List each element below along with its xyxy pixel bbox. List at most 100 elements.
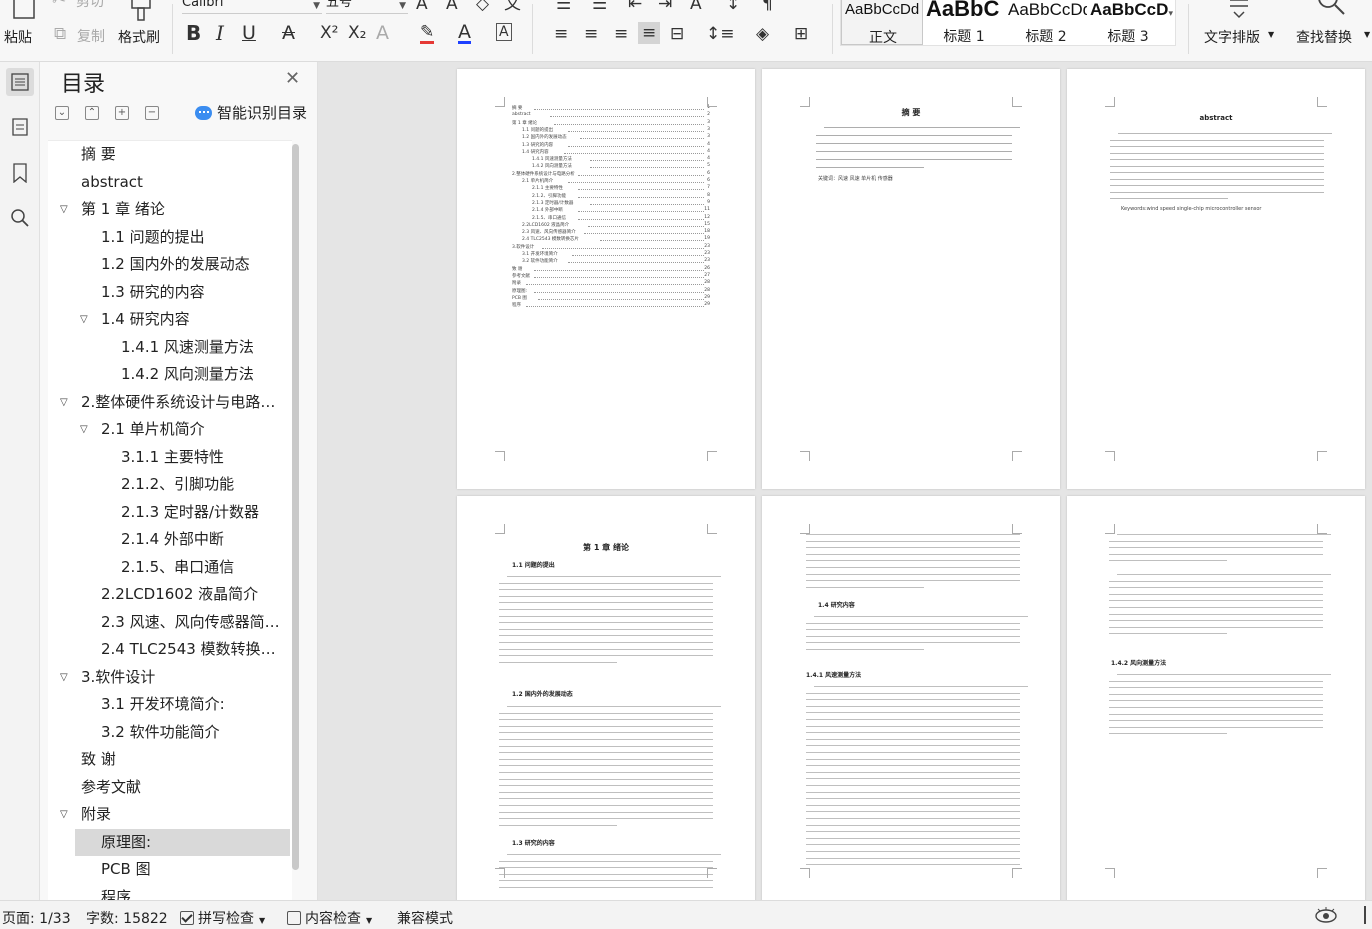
text-effect-icon[interactable]: A [376,23,389,43]
toc-item[interactable]: PCB 图 [48,856,292,883]
char-border-icon[interactable]: A [496,23,512,41]
toc-item[interactable]: ▽ 2.整体硬件系统设计与电路… [48,389,292,416]
align-center-icon[interactable]: ≡ [584,24,598,44]
toc-item[interactable]: 2.3 风速、风向传感器简… [48,609,292,636]
page-toc[interactable]: 摘 要 1 abstract 2 第 1 章 绪论 3 1.1 问题的提出 3 1.2 国内外的… [457,69,755,489]
remove-heading-icon[interactable]: − [145,106,159,120]
toc-item[interactable]: ▽ 1.4 研究内容 [48,306,292,333]
show-marks-icon[interactable]: ¶ [762,0,773,14]
superscript-icon[interactable]: X² [320,23,338,43]
page-abstract-cn[interactable]: 摘 要 关键词：风速 风速 单片机 传感器 [762,69,1060,489]
numbered-list-icon[interactable]: ☰ [592,0,607,14]
styles-scroll-icon[interactable]: ▾ [1168,9,1173,19]
toc-item[interactable]: 程序 [48,884,292,901]
toc-item[interactable]: 2.4 TLC2543 模数转换芯… [48,636,292,663]
toc-item[interactable]: 3.1 开发环境简介: [48,691,292,718]
toc-item[interactable]: 2.2LCD1602 液晶简介 [48,581,292,608]
format-painter-button[interactable]: 格式刷 [116,0,166,48]
increase-indent-icon[interactable]: ⇥ [658,0,672,14]
style-normal[interactable]: AaBbCcDd 正文 [841,0,923,45]
style-heading-3[interactable]: AaBbCcD 标题 3 [1087,0,1169,45]
align-right-icon[interactable]: ≡ [614,24,628,44]
justify-icon[interactable]: ≡ [638,22,661,44]
cut-button[interactable]: ✂ 剪切 [52,0,112,12]
borders-icon[interactable]: ⊞ [794,24,808,44]
word-count[interactable]: 字数: 15822 [86,908,168,928]
font-color-icon[interactable]: A [458,23,471,44]
chinese-layout-icon[interactable]: A [690,0,702,14]
page-chapter-1-cont-2[interactable]: 1.4.2 风向测量方法 [1067,496,1365,900]
sort-icon[interactable]: ↕ [726,0,740,14]
font-name-select[interactable]: Calibri ▼ [182,0,322,14]
collapse-all-icon[interactable]: ⌄ [55,106,69,120]
eye-protection-icon[interactable] [1314,906,1338,928]
expand-all-icon[interactable]: ⌃ [85,106,99,120]
chevron-down-icon[interactable]: ▽ [60,389,68,416]
grow-font-icon[interactable]: A [416,0,428,14]
toc-item-selected[interactable]: 原理图: [75,828,290,856]
chevron-down-icon[interactable]: ▽ [80,306,88,333]
toc-item[interactable]: 1.2 国内外的发展动态 [48,251,292,278]
paste-button[interactable]: 粘贴 [2,0,48,48]
bold-icon[interactable]: B [186,23,201,43]
bullet-list-icon[interactable]: ☰ [556,0,571,14]
style-heading-1[interactable]: AaBbC 标题 1 [923,0,1005,45]
toc-item[interactable]: ▽ 2.1 单片机简介 [48,416,292,443]
shrink-font-icon[interactable]: A [446,0,458,14]
strikethrough-icon[interactable]: A [282,23,295,43]
toc-item[interactable]: 2.1.2、引脚功能 [48,471,292,498]
toc-item[interactable]: 参考文献 [48,774,292,801]
toc-item[interactable]: 2.1.5、串口通信 [48,554,292,581]
toc-item[interactable]: 1.1 问题的提出 [48,224,292,251]
spell-check-toggle[interactable]: 拼写检查 ▼ [180,908,265,928]
chevron-down-icon[interactable]: ▽ [60,664,68,691]
text-line [499,772,713,773]
toc-panel-icon[interactable] [6,68,34,96]
toc-item[interactable]: 1.3 研究的内容 [48,279,292,306]
toc-item[interactable]: ▽ 3.软件设计 [48,664,292,691]
bookmark-icon[interactable] [6,159,34,187]
chevron-down-icon[interactable]: ▽ [60,196,68,223]
smart-toc-button[interactable]: 智能识别目录 [195,102,307,123]
toc-item[interactable]: abstract [48,169,292,196]
page-abstract-en[interactable]: abstract Keywords:wind speed single-chip… [1067,69,1365,489]
text-layout-button[interactable]: 文字排版 ▼ [1200,0,1278,48]
distributed-icon[interactable]: ⊟ [670,24,684,44]
page-view-icon[interactable] [1364,906,1372,924]
toc-scrollbar[interactable] [292,144,299,870]
page-chapter-1[interactable]: 第 1 章 绪论 1.1 问题的提出 1.2 国内外的发展动态 1.3 研究的内… [457,496,755,900]
decrease-indent-icon[interactable]: ⇤ [628,0,642,14]
line-spacing-icon[interactable]: ↕≡ [706,24,735,44]
content-check-button[interactable]: 内容检查 ▼ [287,908,372,928]
underline-icon[interactable]: U [242,23,256,43]
toc-item[interactable]: 2.1.4 外部中断 [48,526,292,553]
toc-item[interactable]: 摘 要 [48,141,292,168]
toc-item[interactable]: 1.4.2 风向测量方法 [48,361,292,388]
subscript-icon[interactable]: X₂ [348,23,366,43]
italic-icon[interactable]: I [216,23,224,43]
align-left-icon[interactable]: ≡ [554,24,568,44]
page-chapter-1-cont[interactable]: 1.4 研究内容 1.4.1 风速测量方法 [762,496,1060,900]
phonetic-icon[interactable]: 文 [504,0,521,14]
font-size-select[interactable]: 五号 ▼ [326,0,408,14]
close-icon[interactable]: ✕ [285,68,300,89]
toc-item[interactable]: 1.4.1 风速测量方法 [48,334,292,361]
toc-item[interactable]: 致 谢 [48,746,292,773]
find-replace-button[interactable]: 查找替换 ▼ [1292,0,1372,48]
add-heading-icon[interactable]: + [115,106,129,120]
page-indicator[interactable]: 页面: 1/33 [2,908,71,928]
toc-item[interactable]: 2.1.3 定时器/计数器 [48,499,292,526]
search-icon[interactable] [6,204,34,232]
clear-format-icon[interactable]: ◇ [476,0,489,14]
chevron-down-icon[interactable]: ▽ [80,416,88,443]
style-heading-2[interactable]: AaBbCcDd 标题 2 [1005,0,1087,45]
toc-item[interactable]: ▽ 第 1 章 绪论 [48,196,292,223]
copy-button[interactable]: ⧉ 复制 [52,24,112,46]
highlight-icon[interactable]: ✎ [420,23,435,44]
chapter-nav-icon[interactable] [6,113,34,141]
chevron-down-icon[interactable]: ▽ [60,801,68,828]
toc-item[interactable]: 3.1.1 主要特性 [48,444,292,471]
toc-item[interactable]: 3.2 软件功能简介 [48,719,292,746]
toc-item[interactable]: ▽ 附录 [48,801,292,828]
shading-icon[interactable]: ◈ [756,24,769,44]
